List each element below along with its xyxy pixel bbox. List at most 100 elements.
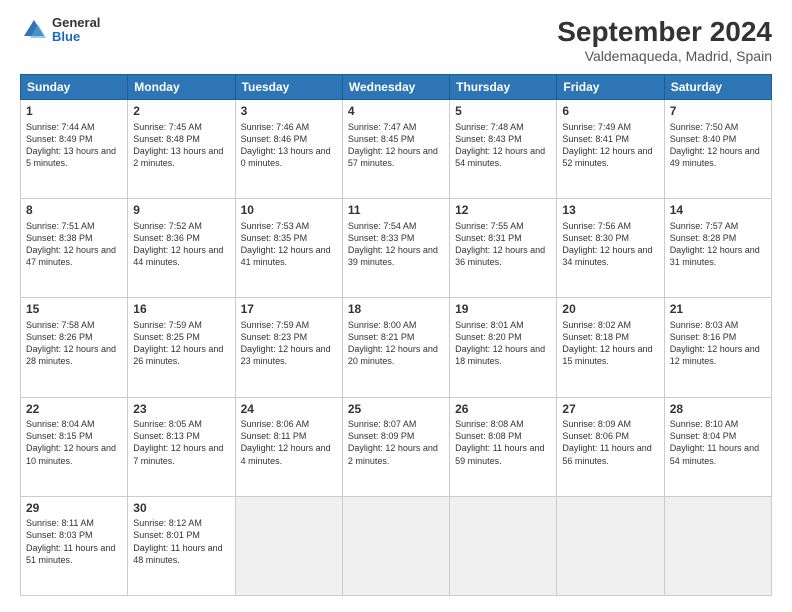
table-row: 4Sunrise: 7:47 AM Sunset: 8:45 PM Daylig… <box>342 100 449 199</box>
day-info: Sunrise: 8:05 AM Sunset: 8:13 PM Dayligh… <box>133 418 229 467</box>
day-number: 23 <box>133 402 229 418</box>
table-row <box>235 496 342 595</box>
col-wednesday: Wednesday <box>342 75 449 100</box>
day-number: 16 <box>133 302 229 318</box>
day-info: Sunrise: 7:49 AM Sunset: 8:41 PM Dayligh… <box>562 121 658 170</box>
table-row: 6Sunrise: 7:49 AM Sunset: 8:41 PM Daylig… <box>557 100 664 199</box>
day-number: 28 <box>670 402 766 418</box>
table-row: 16Sunrise: 7:59 AM Sunset: 8:25 PM Dayli… <box>128 298 235 397</box>
day-number: 29 <box>26 501 122 517</box>
day-info: Sunrise: 7:51 AM Sunset: 8:38 PM Dayligh… <box>26 220 122 269</box>
table-row <box>664 496 771 595</box>
title-block: September 2024 Valdemaqueda, Madrid, Spa… <box>557 16 772 64</box>
table-row: 23Sunrise: 8:05 AM Sunset: 8:13 PM Dayli… <box>128 397 235 496</box>
day-number: 10 <box>241 203 337 219</box>
day-info: Sunrise: 7:56 AM Sunset: 8:30 PM Dayligh… <box>562 220 658 269</box>
day-info: Sunrise: 8:09 AM Sunset: 8:06 PM Dayligh… <box>562 418 658 467</box>
day-number: 3 <box>241 104 337 120</box>
table-row: 8Sunrise: 7:51 AM Sunset: 8:38 PM Daylig… <box>21 199 128 298</box>
day-info: Sunrise: 7:59 AM Sunset: 8:25 PM Dayligh… <box>133 319 229 368</box>
day-number: 9 <box>133 203 229 219</box>
table-row: 20Sunrise: 8:02 AM Sunset: 8:18 PM Dayli… <box>557 298 664 397</box>
day-info: Sunrise: 8:04 AM Sunset: 8:15 PM Dayligh… <box>26 418 122 467</box>
table-row: 3Sunrise: 7:46 AM Sunset: 8:46 PM Daylig… <box>235 100 342 199</box>
calendar-header-row: Sunday Monday Tuesday Wednesday Thursday… <box>21 75 772 100</box>
day-info: Sunrise: 7:52 AM Sunset: 8:36 PM Dayligh… <box>133 220 229 269</box>
day-info: Sunrise: 8:00 AM Sunset: 8:21 PM Dayligh… <box>348 319 444 368</box>
calendar-week-row: 22Sunrise: 8:04 AM Sunset: 8:15 PM Dayli… <box>21 397 772 496</box>
table-row: 2Sunrise: 7:45 AM Sunset: 8:48 PM Daylig… <box>128 100 235 199</box>
table-row: 25Sunrise: 8:07 AM Sunset: 8:09 PM Dayli… <box>342 397 449 496</box>
day-info: Sunrise: 8:07 AM Sunset: 8:09 PM Dayligh… <box>348 418 444 467</box>
col-friday: Friday <box>557 75 664 100</box>
day-number: 13 <box>562 203 658 219</box>
day-info: Sunrise: 7:50 AM Sunset: 8:40 PM Dayligh… <box>670 121 766 170</box>
day-number: 8 <box>26 203 122 219</box>
table-row: 5Sunrise: 7:48 AM Sunset: 8:43 PM Daylig… <box>450 100 557 199</box>
calendar-title: September 2024 <box>557 16 772 48</box>
logo-text: General Blue <box>52 16 100 45</box>
table-row: 15Sunrise: 7:58 AM Sunset: 8:26 PM Dayli… <box>21 298 128 397</box>
day-info: Sunrise: 7:53 AM Sunset: 8:35 PM Dayligh… <box>241 220 337 269</box>
day-number: 14 <box>670 203 766 219</box>
table-row: 11Sunrise: 7:54 AM Sunset: 8:33 PM Dayli… <box>342 199 449 298</box>
logo: General Blue <box>20 16 100 45</box>
header: General Blue September 2024 Valdemaqueda… <box>20 16 772 64</box>
day-number: 27 <box>562 402 658 418</box>
table-row: 21Sunrise: 8:03 AM Sunset: 8:16 PM Dayli… <box>664 298 771 397</box>
day-info: Sunrise: 7:47 AM Sunset: 8:45 PM Dayligh… <box>348 121 444 170</box>
day-number: 2 <box>133 104 229 120</box>
calendar-week-row: 1Sunrise: 7:44 AM Sunset: 8:49 PM Daylig… <box>21 100 772 199</box>
calendar-table: Sunday Monday Tuesday Wednesday Thursday… <box>20 74 772 596</box>
day-number: 22 <box>26 402 122 418</box>
day-info: Sunrise: 7:48 AM Sunset: 8:43 PM Dayligh… <box>455 121 551 170</box>
calendar-week-row: 15Sunrise: 7:58 AM Sunset: 8:26 PM Dayli… <box>21 298 772 397</box>
table-row: 29Sunrise: 8:11 AM Sunset: 8:03 PM Dayli… <box>21 496 128 595</box>
table-row: 27Sunrise: 8:09 AM Sunset: 8:06 PM Dayli… <box>557 397 664 496</box>
day-info: Sunrise: 8:01 AM Sunset: 8:20 PM Dayligh… <box>455 319 551 368</box>
day-number: 25 <box>348 402 444 418</box>
table-row: 22Sunrise: 8:04 AM Sunset: 8:15 PM Dayli… <box>21 397 128 496</box>
page: General Blue September 2024 Valdemaqueda… <box>0 0 792 612</box>
day-info: Sunrise: 8:10 AM Sunset: 8:04 PM Dayligh… <box>670 418 766 467</box>
day-info: Sunrise: 7:44 AM Sunset: 8:49 PM Dayligh… <box>26 121 122 170</box>
logo-general: General <box>52 16 100 30</box>
day-info: Sunrise: 7:55 AM Sunset: 8:31 PM Dayligh… <box>455 220 551 269</box>
day-info: Sunrise: 8:06 AM Sunset: 8:11 PM Dayligh… <box>241 418 337 467</box>
table-row: 14Sunrise: 7:57 AM Sunset: 8:28 PM Dayli… <box>664 199 771 298</box>
day-number: 19 <box>455 302 551 318</box>
col-monday: Monday <box>128 75 235 100</box>
day-info: Sunrise: 8:11 AM Sunset: 8:03 PM Dayligh… <box>26 517 122 566</box>
day-info: Sunrise: 8:03 AM Sunset: 8:16 PM Dayligh… <box>670 319 766 368</box>
day-number: 17 <box>241 302 337 318</box>
table-row: 10Sunrise: 7:53 AM Sunset: 8:35 PM Dayli… <box>235 199 342 298</box>
day-number: 4 <box>348 104 444 120</box>
table-row: 30Sunrise: 8:12 AM Sunset: 8:01 PM Dayli… <box>128 496 235 595</box>
table-row: 12Sunrise: 7:55 AM Sunset: 8:31 PM Dayli… <box>450 199 557 298</box>
logo-blue: Blue <box>52 30 100 44</box>
calendar-subtitle: Valdemaqueda, Madrid, Spain <box>557 48 772 64</box>
col-thursday: Thursday <box>450 75 557 100</box>
col-sunday: Sunday <box>21 75 128 100</box>
day-info: Sunrise: 7:54 AM Sunset: 8:33 PM Dayligh… <box>348 220 444 269</box>
table-row: 7Sunrise: 7:50 AM Sunset: 8:40 PM Daylig… <box>664 100 771 199</box>
day-number: 24 <box>241 402 337 418</box>
col-saturday: Saturday <box>664 75 771 100</box>
day-number: 30 <box>133 501 229 517</box>
day-number: 6 <box>562 104 658 120</box>
table-row: 24Sunrise: 8:06 AM Sunset: 8:11 PM Dayli… <box>235 397 342 496</box>
table-row <box>450 496 557 595</box>
day-number: 5 <box>455 104 551 120</box>
day-info: Sunrise: 7:57 AM Sunset: 8:28 PM Dayligh… <box>670 220 766 269</box>
day-number: 12 <box>455 203 551 219</box>
day-info: Sunrise: 8:02 AM Sunset: 8:18 PM Dayligh… <box>562 319 658 368</box>
table-row: 19Sunrise: 8:01 AM Sunset: 8:20 PM Dayli… <box>450 298 557 397</box>
day-info: Sunrise: 8:12 AM Sunset: 8:01 PM Dayligh… <box>133 517 229 566</box>
day-number: 15 <box>26 302 122 318</box>
day-info: Sunrise: 7:58 AM Sunset: 8:26 PM Dayligh… <box>26 319 122 368</box>
table-row: 13Sunrise: 7:56 AM Sunset: 8:30 PM Dayli… <box>557 199 664 298</box>
day-number: 18 <box>348 302 444 318</box>
day-number: 20 <box>562 302 658 318</box>
day-number: 26 <box>455 402 551 418</box>
day-number: 21 <box>670 302 766 318</box>
